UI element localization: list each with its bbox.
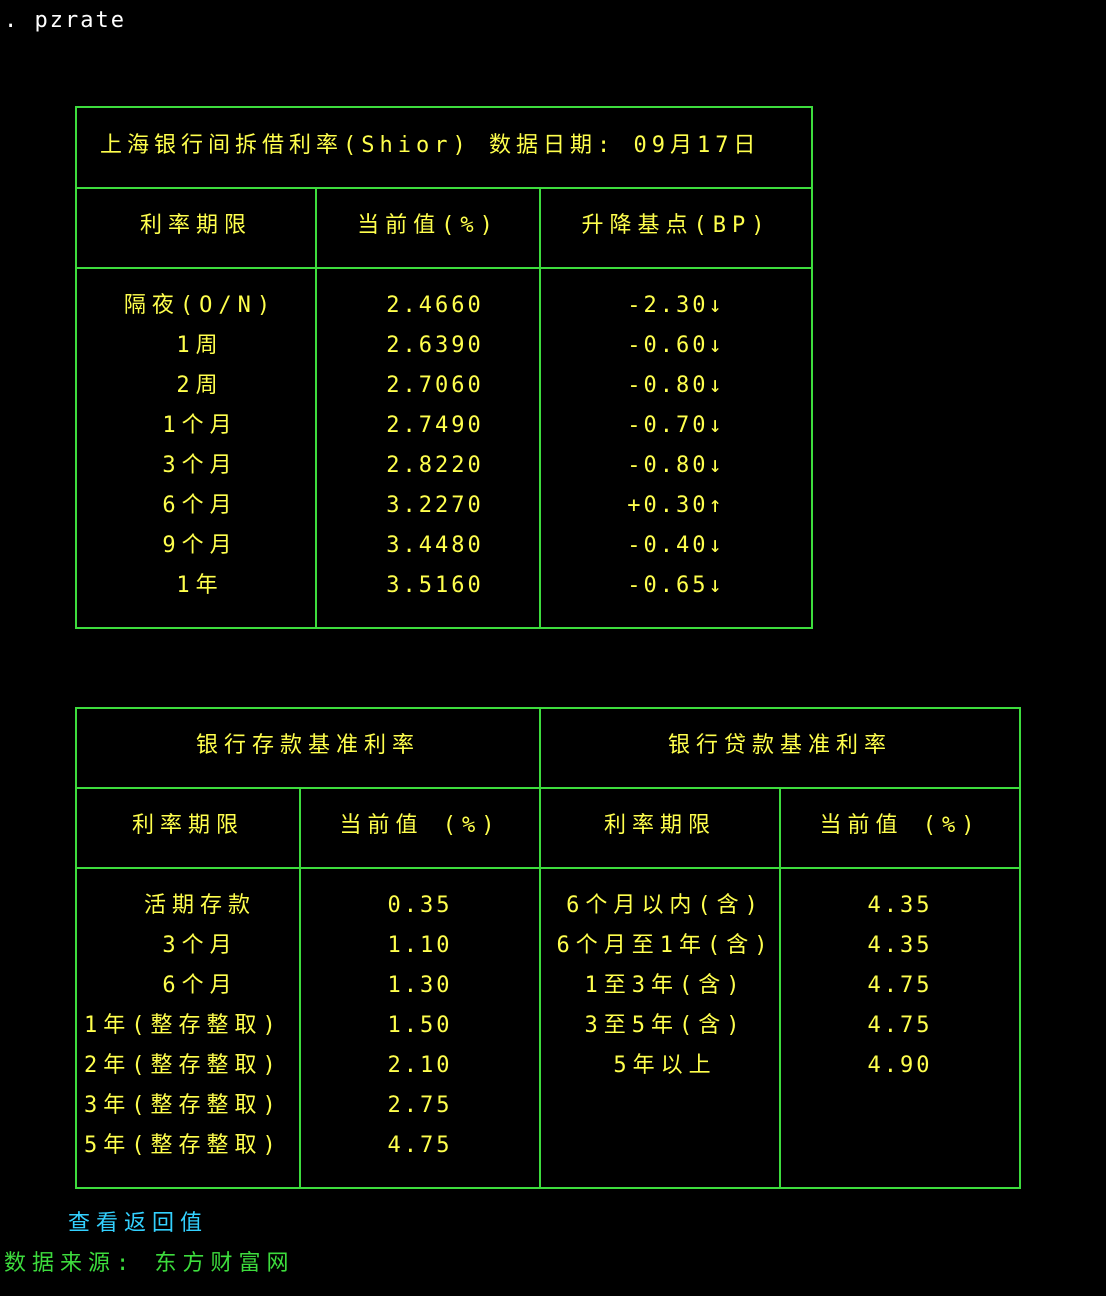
shibor-value-cell: 2.8220	[386, 453, 484, 478]
shibor-change-cell: -0.80↓	[627, 373, 725, 398]
deposit-value-cell: 2.75	[387, 1093, 453, 1118]
deposit-term-cell: 活期存款	[143, 893, 256, 918]
shibor-change-cell: -0.60↓	[627, 333, 725, 358]
shibor-header-term: 利率期限	[139, 213, 252, 238]
view-return-value-link[interactable]: 查看返回值	[68, 1205, 208, 1237]
command-prompt: . pzrate	[4, 8, 126, 33]
shibor-value-cell: 2.4660	[386, 293, 484, 318]
shibor-value-cell: 3.2270	[386, 493, 484, 518]
loan-term-cell: 6个月以内(含)	[566, 893, 764, 918]
loan-term-cell: 3至5年(含)	[584, 1013, 746, 1038]
shibor-header-value: 当前值(%)	[357, 213, 499, 238]
shibor-change-cell: -0.70↓	[627, 413, 725, 438]
shibor-change-cell: -0.65↓	[627, 573, 725, 598]
deposit-value-cell: 1.30	[387, 973, 453, 998]
shibor-title: 上海银行间拆借利率(Shior) 数据日期: 09月17日	[100, 133, 761, 158]
loan-value-cell: 4.35	[867, 893, 933, 918]
data-source: 数据来源: 东方财富网	[4, 1251, 295, 1276]
deposit-term-cell: 2年(整存整取)	[84, 1053, 282, 1078]
loan-header-term: 利率期限	[603, 813, 716, 838]
shibor-term-cell: 2周	[176, 373, 224, 398]
loan-term-cell: 1至3年(含)	[584, 973, 746, 998]
deposit-value-cell: 1.50	[387, 1013, 453, 1038]
shibor-value-cell: 2.7060	[386, 373, 484, 398]
deposit-term-cell: 3个月	[162, 933, 238, 958]
divider	[75, 267, 813, 269]
deposit-term-cell: 1年(整存整取)	[84, 1013, 282, 1038]
shibor-value-cell: 2.7490	[386, 413, 484, 438]
shibor-change-cell: -0.80↓	[627, 453, 725, 478]
shibor-change-cell: +0.30↑	[627, 493, 725, 518]
shibor-value-cell: 2.6390	[386, 333, 484, 358]
loan-value-cell: 4.75	[867, 1013, 933, 1038]
loan-term-cell: 5年以上	[613, 1053, 717, 1078]
loan-value-cell: 4.35	[867, 933, 933, 958]
shibor-term-cell: 3个月	[162, 453, 238, 478]
deposit-title: 银行存款基准利率	[195, 733, 420, 758]
loan-header-value: 当前值 (%)	[819, 813, 981, 838]
deposit-term-cell: 6个月	[162, 973, 238, 998]
deposit-header-term: 利率期限	[131, 813, 244, 838]
shibor-value-cell: 3.5160	[386, 573, 484, 598]
shibor-term-cell: 9个月	[162, 533, 238, 558]
deposit-value-cell: 1.10	[387, 933, 453, 958]
divider	[75, 187, 813, 189]
divider	[75, 787, 1021, 789]
shibor-header-change: 升降基点(BP)	[581, 213, 771, 238]
shibor-term-cell: 1年	[176, 573, 224, 598]
deposit-term-cell: 5年(整存整取)	[84, 1133, 282, 1158]
shibor-term-cell: 1个月	[162, 413, 238, 438]
deposit-value-cell: 0.35	[387, 893, 453, 918]
loan-value-cell: 4.90	[867, 1053, 933, 1078]
shibor-term-cell: 隔夜(O/N)	[123, 293, 277, 318]
divider	[75, 867, 1021, 869]
deposit-header-value: 当前值 (%)	[339, 813, 501, 838]
shibor-change-cell: -2.30↓	[627, 293, 725, 318]
shibor-term-cell: 1周	[176, 333, 224, 358]
deposit-value-cell: 2.10	[387, 1053, 453, 1078]
loan-term-cell: 6个月至1年(含)	[556, 933, 774, 958]
loan-value-cell: 4.75	[867, 973, 933, 998]
deposit-value-cell: 4.75	[387, 1133, 453, 1158]
deposit-term-cell: 3年(整存整取)	[84, 1093, 282, 1118]
shibor-value-cell: 3.4480	[386, 533, 484, 558]
shibor-change-cell: -0.40↓	[627, 533, 725, 558]
shibor-term-cell: 6个月	[162, 493, 238, 518]
loan-title: 银行贷款基准利率	[667, 733, 892, 758]
